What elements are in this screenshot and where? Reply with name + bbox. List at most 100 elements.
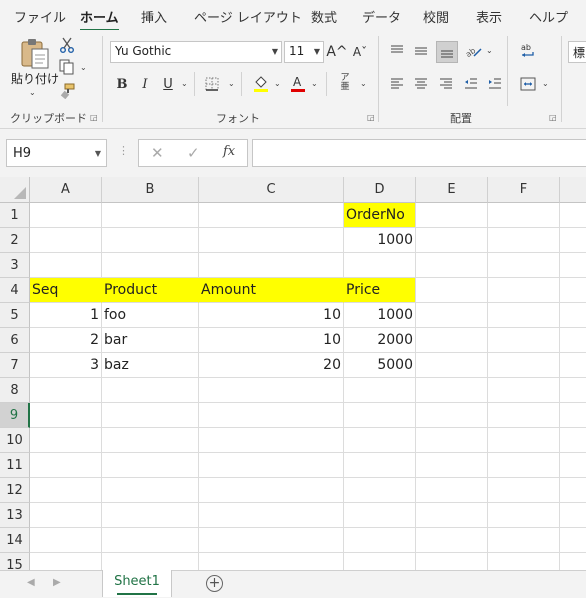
cell-b11[interactable] (102, 453, 199, 478)
cell-e2[interactable] (416, 228, 488, 253)
cell-g3[interactable] (560, 253, 586, 278)
row-header[interactable]: 8 (0, 378, 30, 403)
cell-a7[interactable]: 3 (30, 353, 102, 378)
row-header[interactable]: 2 (0, 228, 30, 253)
clipboard-launcher-icon[interactable]: ◲ (90, 113, 98, 122)
formula-input[interactable] (252, 139, 586, 167)
cell-f7[interactable] (488, 353, 560, 378)
cell-c15[interactable] (199, 553, 344, 570)
cell-g4[interactable] (560, 278, 586, 303)
cell-g5[interactable] (560, 303, 586, 328)
cell-f13[interactable] (488, 503, 560, 528)
column-header-d[interactable]: D (344, 177, 416, 203)
cell-d9[interactable] (344, 403, 416, 428)
drag-handle-icon[interactable]: ⋮ (118, 144, 129, 157)
row-header[interactable]: 4 (0, 278, 30, 303)
cell-g9[interactable] (560, 403, 586, 428)
enter-icon[interactable]: ✓ (187, 144, 200, 162)
cell-f14[interactable] (488, 528, 560, 553)
cell-a15[interactable] (30, 553, 102, 570)
tab-page-layout[interactable]: ページ レイアウト (194, 7, 302, 26)
cell-g14[interactable] (560, 528, 586, 553)
cell-a1[interactable] (30, 203, 102, 228)
row-header[interactable]: 15 (0, 553, 30, 570)
cell-e3[interactable] (416, 253, 488, 278)
tab-view[interactable]: 表示 (476, 7, 502, 26)
font-color-dropdown-icon[interactable]: ⌄ (311, 79, 318, 88)
cell-b14[interactable] (102, 528, 199, 553)
cell-e7[interactable] (416, 353, 488, 378)
decrease-indent-icon[interactable] (462, 75, 480, 93)
cell-g1[interactable] (560, 203, 586, 228)
copy-icon[interactable] (58, 58, 76, 76)
cell-d13[interactable] (344, 503, 416, 528)
cell-b7[interactable]: baz (102, 353, 199, 378)
cell-e10[interactable] (416, 428, 488, 453)
row-header[interactable]: 14 (0, 528, 30, 553)
cell-b10[interactable] (102, 428, 199, 453)
cell-g15[interactable] (560, 553, 586, 570)
row-header[interactable]: 10 (0, 428, 30, 453)
cell-b1[interactable] (102, 203, 199, 228)
cell-d7[interactable]: 5000 (344, 353, 416, 378)
cell-b4[interactable]: Product (102, 278, 199, 303)
orientation-icon[interactable]: ab (463, 41, 483, 61)
cell-b6[interactable]: bar (102, 328, 199, 353)
column-header-f[interactable]: F (488, 177, 560, 203)
next-sheet-icon[interactable]: ▶ (53, 577, 61, 588)
cell-d10[interactable] (344, 428, 416, 453)
cell-e6[interactable] (416, 328, 488, 353)
cell-f10[interactable] (488, 428, 560, 453)
cell-e4[interactable] (416, 278, 488, 303)
cell-c12[interactable] (199, 478, 344, 503)
name-box[interactable]: H9 ▼ (6, 139, 107, 167)
paste-icon[interactable] (18, 36, 52, 70)
cell-c9[interactable] (199, 403, 344, 428)
cell-d8[interactable] (344, 378, 416, 403)
cut-icon[interactable] (58, 36, 76, 54)
cell-a8[interactable] (30, 378, 102, 403)
cancel-icon[interactable]: ✕ (151, 144, 164, 162)
tab-file[interactable]: ファイル (14, 7, 66, 26)
cell-g11[interactable] (560, 453, 586, 478)
row-header[interactable]: 6 (0, 328, 30, 353)
wrap-text-icon[interactable]: ab (518, 41, 538, 61)
cell-f5[interactable] (488, 303, 560, 328)
font-size-select[interactable]: 11 ▼ (284, 41, 324, 63)
select-all-button[interactable] (0, 177, 30, 203)
cell-a4[interactable]: Seq (30, 278, 102, 303)
alignment-launcher-icon[interactable]: ◲ (549, 113, 557, 122)
borders-icon[interactable] (203, 75, 221, 93)
font-name-select[interactable]: Yu Gothic ▼ (110, 41, 282, 63)
cell-a10[interactable] (30, 428, 102, 453)
phonetic-dropdown-icon[interactable]: ⌄ (360, 79, 367, 88)
merge-center-icon[interactable] (518, 74, 538, 94)
cell-b5[interactable]: foo (102, 303, 199, 328)
cell-a6[interactable]: 2 (30, 328, 102, 353)
number-format-select[interactable]: 標 (568, 41, 586, 63)
cell-c7[interactable]: 20 (199, 353, 344, 378)
cell-e13[interactable] (416, 503, 488, 528)
paste-label[interactable]: 貼り付け (11, 70, 59, 87)
cell-c13[interactable] (199, 503, 344, 528)
phonetic-guide-icon[interactable]: ア亜 (337, 73, 353, 93)
row-header[interactable]: 1 (0, 203, 30, 228)
tab-insert[interactable]: 挿入 (141, 7, 167, 26)
column-header-a[interactable]: A (30, 177, 102, 203)
cell-f12[interactable] (488, 478, 560, 503)
cell-a3[interactable] (30, 253, 102, 278)
cell-e5[interactable] (416, 303, 488, 328)
fill-color-dropdown-icon[interactable]: ⌄ (274, 79, 281, 88)
cell-c5[interactable]: 10 (199, 303, 344, 328)
cell-d1[interactable]: OrderNo (344, 203, 416, 228)
cell-e9[interactable] (416, 403, 488, 428)
column-header-b[interactable]: B (102, 177, 199, 203)
cell-b8[interactable] (102, 378, 199, 403)
cell-b9[interactable] (102, 403, 199, 428)
orientation-dropdown-icon[interactable]: ⌄ (486, 46, 493, 55)
row-header[interactable]: 13 (0, 503, 30, 528)
cell-e11[interactable] (416, 453, 488, 478)
row-header[interactable]: 7 (0, 353, 30, 378)
row-header[interactable]: 11 (0, 453, 30, 478)
align-center-icon[interactable] (412, 75, 430, 93)
